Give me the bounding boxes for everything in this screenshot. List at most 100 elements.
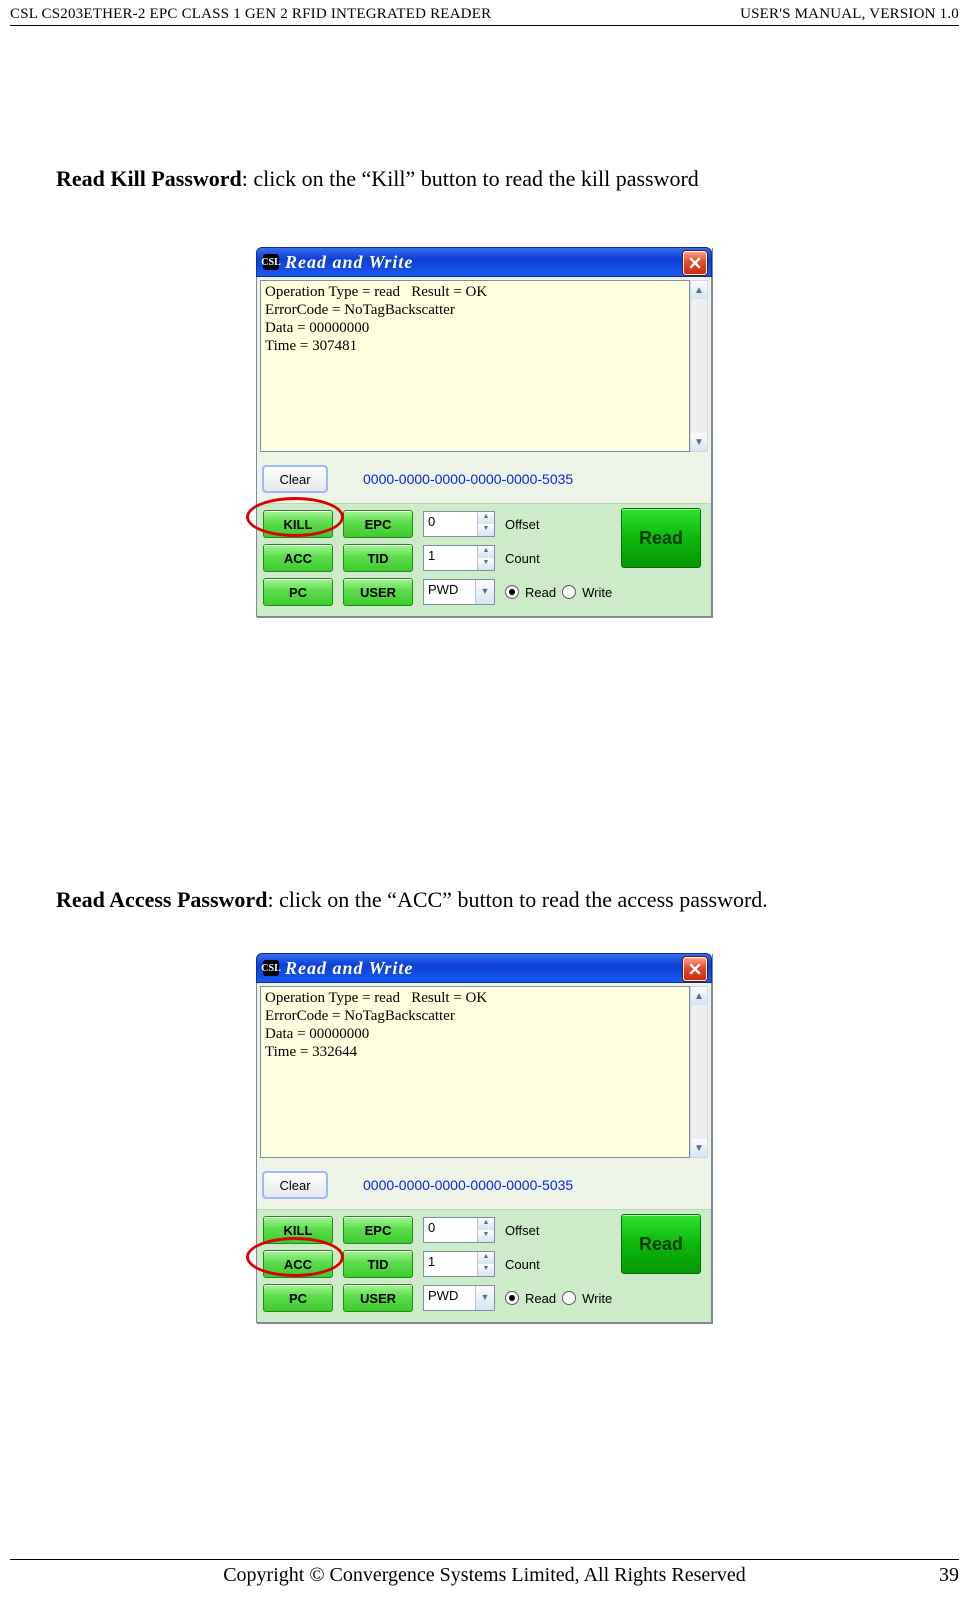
log-row: Operation Type = read Result = OK ErrorC… <box>257 277 711 455</box>
clear-button[interactable]: Clear <box>263 466 327 492</box>
offset-spinner[interactable]: ▲▼ <box>477 1218 494 1242</box>
client-area: Operation Type = read Result = OK ErrorC… <box>256 277 712 617</box>
titlebar[interactable]: CSL Read and Write <box>256 953 712 983</box>
count-spinner[interactable]: ▲▼ <box>477 546 494 570</box>
section1-caption-rest: : click on the “Kill” button to read the… <box>242 166 699 191</box>
tag-id-label: 0000-0000-0000-0000-0000-5035 <box>363 471 573 487</box>
page-header: CSL CS203ETHER-2 EPC CLASS 1 GEN 2 RFID … <box>10 6 959 26</box>
write-radio-label: Write <box>582 1291 612 1306</box>
write-radio[interactable] <box>562 585 576 599</box>
epc-button[interactable]: EPC <box>343 510 413 538</box>
tag-id-label: 0000-0000-0000-0000-0000-5035 <box>363 1177 573 1193</box>
titlebar[interactable]: CSL Read and Write <box>256 247 712 277</box>
read-write-radios: Read Write <box>505 585 612 600</box>
epc-button[interactable]: EPC <box>343 1216 413 1244</box>
section-gap <box>10 617 959 887</box>
user-button[interactable]: USER <box>343 578 413 606</box>
log-line: Operation Type = read Result = OK <box>265 990 487 1006</box>
scroll-down-icon[interactable]: ▼ <box>691 433 707 451</box>
count-value: 1 <box>424 1252 477 1276</box>
write-radio-label: Write <box>582 585 612 600</box>
spin-up-icon[interactable]: ▲ <box>478 1218 494 1230</box>
client-area: Operation Type = read Result = OK ErrorC… <box>256 983 712 1323</box>
count-spinner[interactable]: ▲▼ <box>477 1252 494 1276</box>
log-line: Time = 332644 <box>265 1044 357 1060</box>
window-title: Read and Write <box>285 958 413 979</box>
controls-grid: Read KILL EPC 0 ▲▼ Offset ACC TID <box>257 503 711 616</box>
section2-caption: Read Access Password: click on the “ACC”… <box>56 887 919 913</box>
close-icon <box>689 257 701 269</box>
pc-button[interactable]: PC <box>263 578 333 606</box>
read-write-radios: Read Write <box>505 1291 612 1306</box>
count-input[interactable]: 1 ▲▼ <box>423 545 495 571</box>
app-icon: CSL <box>263 254 279 270</box>
section-read-kill-password: Read Kill Password: click on the “Kill” … <box>56 166 919 617</box>
offset-value: 0 <box>424 512 477 536</box>
pwd-select[interactable]: PWD ▼ <box>423 1285 495 1311</box>
log-row: Operation Type = read Result = OK ErrorC… <box>257 983 711 1161</box>
write-radio[interactable] <box>562 1291 576 1305</box>
page: CSL CS203ETHER-2 EPC CLASS 1 GEN 2 RFID … <box>0 0 969 1601</box>
log-textarea[interactable]: Operation Type = read Result = OK ErrorC… <box>260 986 690 1158</box>
spin-down-icon[interactable]: ▼ <box>478 1264 494 1276</box>
header-left: CSL CS203ETHER-2 EPC CLASS 1 GEN 2 RFID … <box>10 6 491 23</box>
log-line: Data = 00000000 <box>265 320 369 336</box>
header-right: USER'S MANUAL, VERSION 1.0 <box>740 6 959 23</box>
scroll-up-icon[interactable]: ▲ <box>691 281 707 299</box>
chevron-down-icon[interactable]: ▼ <box>475 580 494 604</box>
spin-down-icon[interactable]: ▼ <box>478 1230 494 1242</box>
close-button[interactable] <box>683 251 707 275</box>
tid-button[interactable]: TID <box>343 1250 413 1278</box>
close-icon <box>689 963 701 975</box>
count-value: 1 <box>424 546 477 570</box>
log-textarea[interactable]: Operation Type = read Result = OK ErrorC… <box>260 280 690 452</box>
log-line: ErrorCode = NoTagBackscatter <box>265 1008 455 1024</box>
spin-up-icon[interactable]: ▲ <box>478 512 494 524</box>
scroll-up-icon[interactable]: ▲ <box>691 987 707 1005</box>
spin-up-icon[interactable]: ▲ <box>478 546 494 558</box>
read-radio[interactable] <box>505 1291 519 1305</box>
close-button[interactable] <box>683 957 707 981</box>
log-line: Time = 307481 <box>265 338 357 354</box>
count-label: Count <box>505 551 549 566</box>
offset-input[interactable]: 0 ▲▼ <box>423 511 495 537</box>
row-pc-user: PC USER PWD ▼ Read Write <box>263 1284 705 1312</box>
clear-button[interactable]: Clear <box>263 1172 327 1198</box>
read-button[interactable]: Read <box>621 508 701 568</box>
count-input[interactable]: 1 ▲▼ <box>423 1251 495 1277</box>
section1-caption-bold: Read Kill Password <box>56 166 242 191</box>
scroll-down-icon[interactable]: ▼ <box>691 1139 707 1157</box>
log-scrollbar[interactable]: ▲ ▼ <box>690 280 708 452</box>
spin-down-icon[interactable]: ▼ <box>478 524 494 536</box>
read-radio[interactable] <box>505 585 519 599</box>
pwd-select-value: PWD <box>424 1286 475 1310</box>
controls-grid: Read KILL EPC 0 ▲▼ Offset ACC TID <box>257 1209 711 1322</box>
read-write-window-1: CSL Read and Write Operation Type = read… <box>256 247 712 617</box>
log-scrollbar[interactable]: ▲ ▼ <box>690 986 708 1158</box>
acc-button[interactable]: ACC <box>263 1250 333 1278</box>
offset-spinner[interactable]: ▲▼ <box>477 512 494 536</box>
kill-button[interactable]: KILL <box>263 1216 333 1244</box>
offset-input[interactable]: 0 ▲▼ <box>423 1217 495 1243</box>
pc-button[interactable]: PC <box>263 1284 333 1312</box>
pwd-select-value: PWD <box>424 580 475 604</box>
section1-caption: Read Kill Password: click on the “Kill” … <box>56 166 919 192</box>
section2-caption-bold: Read Access Password <box>56 887 267 912</box>
tid-button[interactable]: TID <box>343 544 413 572</box>
acc-button[interactable]: ACC <box>263 544 333 572</box>
spin-up-icon[interactable]: ▲ <box>478 1252 494 1264</box>
section-read-access-password: Read Access Password: click on the “ACC”… <box>56 887 919 1323</box>
chevron-down-icon[interactable]: ▼ <box>475 1286 494 1310</box>
offset-label: Offset <box>505 517 549 532</box>
pwd-select[interactable]: PWD ▼ <box>423 579 495 605</box>
log-line: Operation Type = read Result = OK <box>265 284 487 300</box>
kill-button[interactable]: KILL <box>263 510 333 538</box>
read-radio-label: Read <box>525 585 556 600</box>
read-button[interactable]: Read <box>621 1214 701 1274</box>
app-icon: CSL <box>263 960 279 976</box>
clear-row: Clear 0000-0000-0000-0000-0000-5035 <box>257 1161 711 1209</box>
spin-down-icon[interactable]: ▼ <box>478 558 494 570</box>
user-button[interactable]: USER <box>343 1284 413 1312</box>
footer-page-number: 39 <box>939 1564 959 1587</box>
offset-value: 0 <box>424 1218 477 1242</box>
